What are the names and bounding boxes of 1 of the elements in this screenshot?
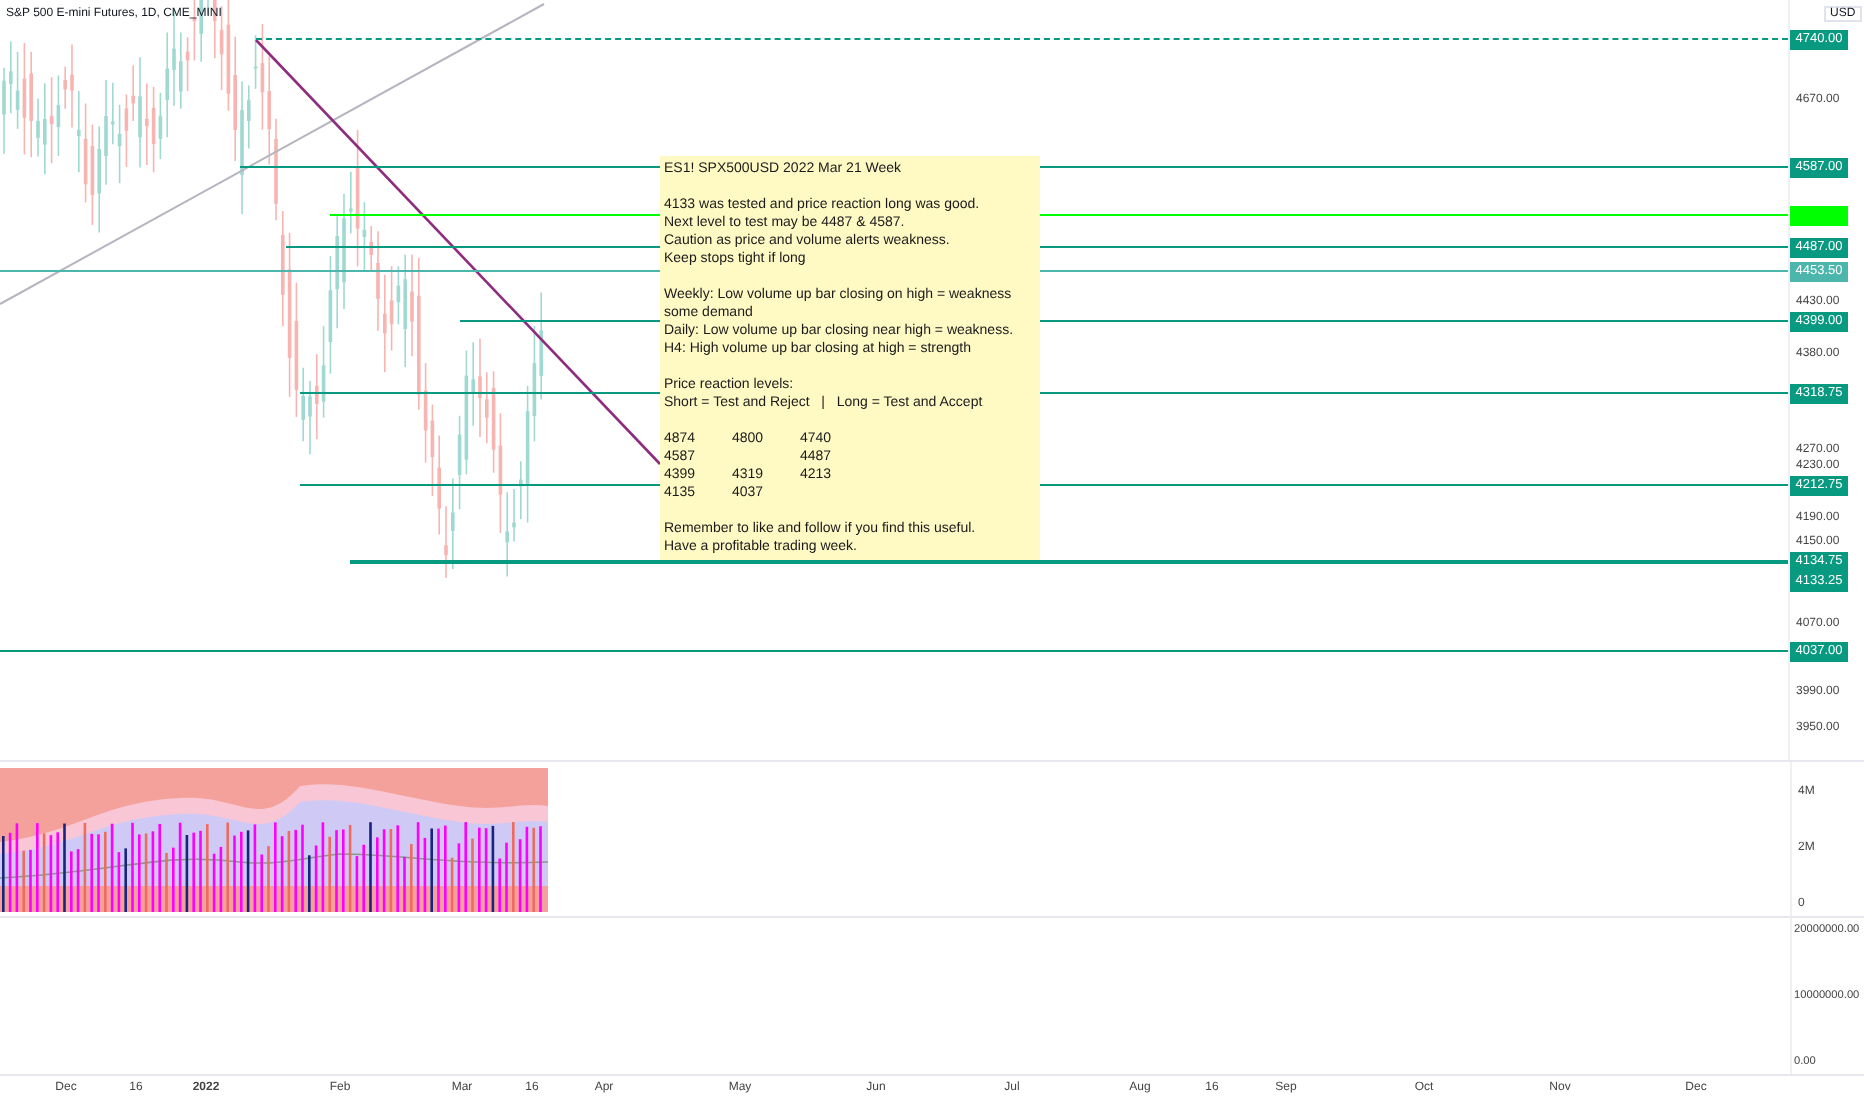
note-tooltip[interactable] <box>660 156 1040 560</box>
